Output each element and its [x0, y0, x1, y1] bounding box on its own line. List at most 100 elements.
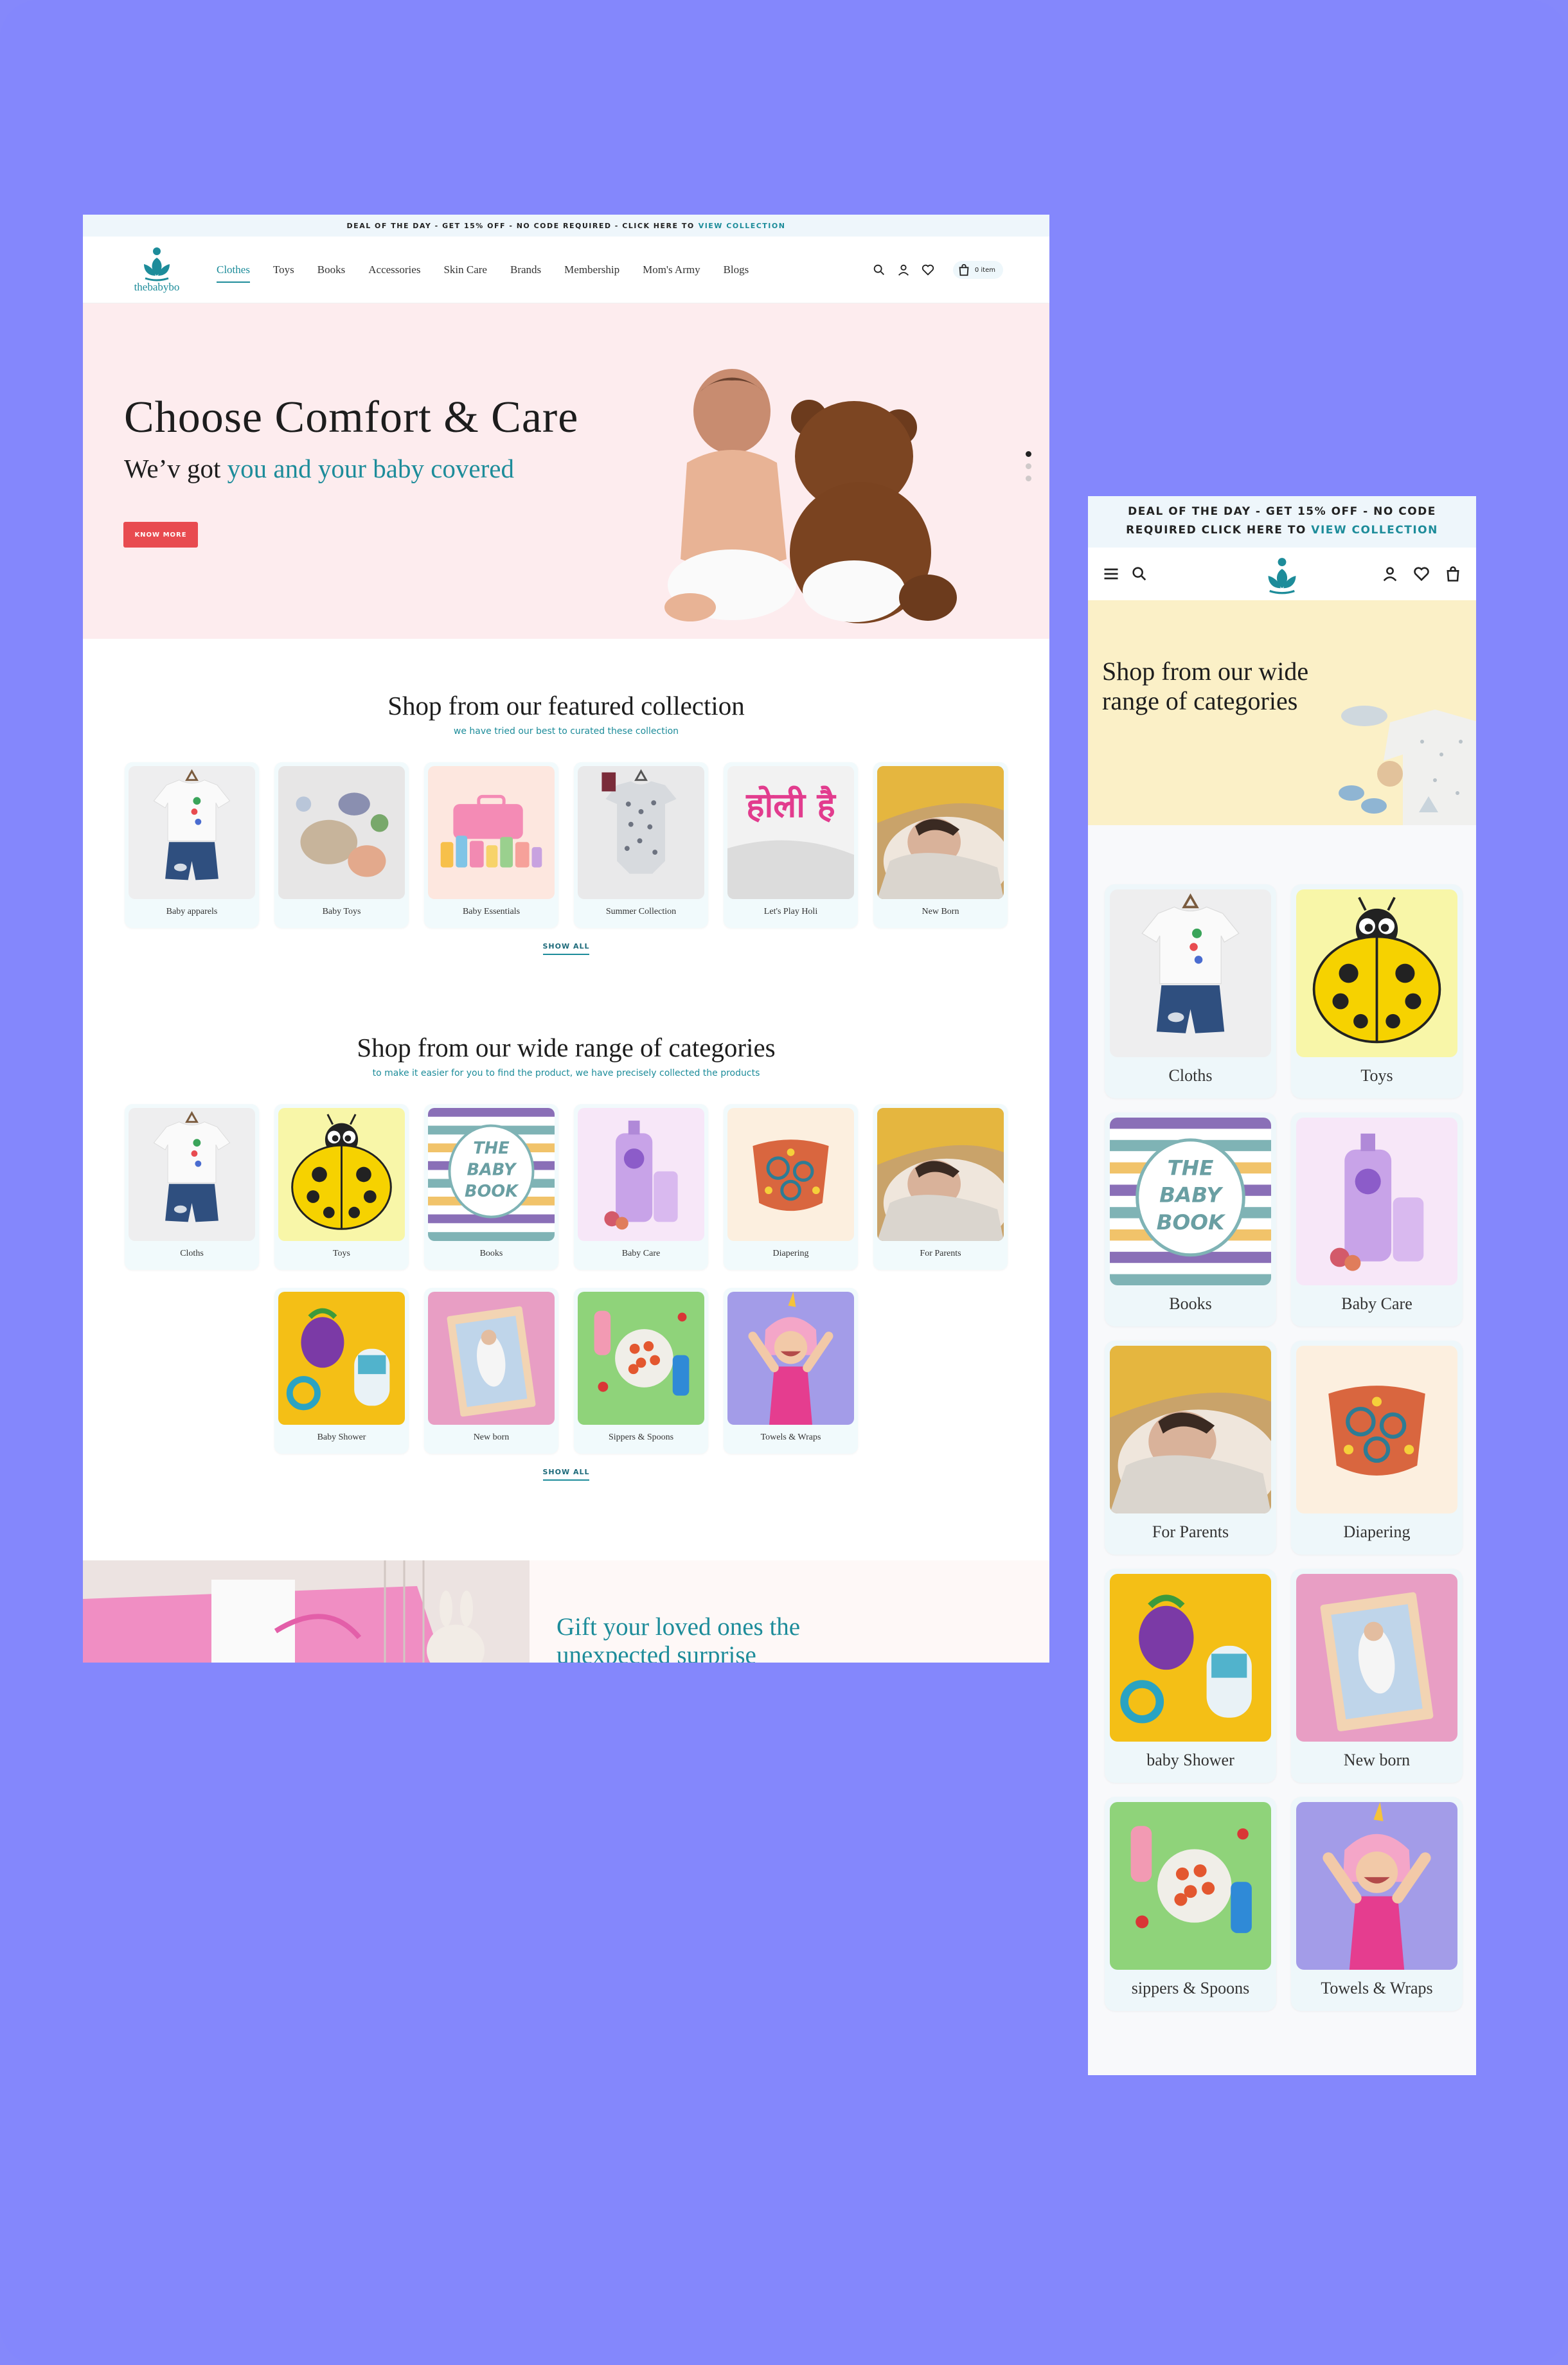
- featured-card-image: [578, 766, 704, 899]
- mobile-category-card-sippers-spoons[interactable]: sippers & Spoons: [1105, 1797, 1276, 2011]
- mobile-category-card-image: [1110, 889, 1271, 1057]
- featured-card-baby-essentials[interactable]: Baby Essentials: [424, 762, 558, 928]
- search-icon[interactable]: [1130, 565, 1148, 583]
- category-card-for-parents[interactable]: For Parents: [873, 1104, 1008, 1270]
- featured-card-baby-apparels[interactable]: Baby apparels: [125, 762, 259, 928]
- user-icon[interactable]: [896, 263, 911, 277]
- desktop-screenshot: DEAL OF THE DAY - GET 15% OFF - NO CODE …: [83, 215, 1049, 1663]
- mobile-category-card-for-parents[interactable]: For Parents: [1105, 1341, 1276, 1555]
- mobile-announcement-bar[interactable]: DEAL OF THE DAY - GET 15% OFF - NO CODE …: [1088, 496, 1476, 548]
- featured-card-label: New Born: [922, 907, 959, 916]
- slider-dot-3[interactable]: [1026, 476, 1031, 481]
- cart-button[interactable]: 0 item: [952, 261, 1003, 279]
- heart-icon[interactable]: [921, 263, 935, 277]
- category-card-baby-shower[interactable]: Baby Shower: [274, 1288, 409, 1454]
- gift-banner: Gift your loved ones the unexpected surp…: [83, 1560, 1049, 1663]
- gift-title-line-2: unexpected surprise: [557, 1641, 756, 1663]
- category-card-sippers-spoons[interactable]: Sippers & Spoons: [574, 1288, 708, 1454]
- announcement-bar[interactable]: DEAL OF THE DAY - GET 15% OFF - NO CODE …: [83, 215, 1049, 236]
- header-actions: 0 item: [872, 261, 1003, 279]
- mobile-category-card-diapering[interactable]: Diapering: [1291, 1341, 1463, 1555]
- categories-subtitle: to make it easier for you to find the pr…: [372, 1068, 760, 1078]
- categories-show-all[interactable]: SHOW ALL: [83, 1468, 1049, 1481]
- featured-show-all[interactable]: SHOW ALL: [83, 942, 1049, 955]
- featured-card-label: Baby Toys: [322, 907, 361, 916]
- mobile-category-card-image: [1110, 1802, 1271, 1970]
- slider-dot-1[interactable]: [1026, 451, 1031, 457]
- mobile-category-card-label: Baby Care: [1341, 1294, 1412, 1313]
- view-collection-link[interactable]: VIEW COLLECTION: [699, 222, 786, 230]
- nav-item-moms-army[interactable]: Mom's Army: [631, 263, 712, 276]
- nav-item-books[interactable]: Books: [306, 263, 357, 276]
- mobile-announcement-line-2: REQUIRED CLICK HERE TO: [1126, 524, 1306, 537]
- categories-show-all-link[interactable]: SHOW ALL: [542, 1468, 590, 1481]
- category-card-label: Toys: [332, 1249, 351, 1258]
- mobile-category-card-label: Towels & Wraps: [1321, 1979, 1433, 1997]
- search-icon[interactable]: [872, 263, 886, 277]
- featured-card-image: [428, 766, 555, 899]
- menu-icon[interactable]: [1102, 565, 1120, 583]
- category-card-label: Diapering: [772, 1249, 809, 1258]
- featured-card-image: होली है: [727, 766, 854, 899]
- featured-subtitle: we have tried our best to curated these …: [453, 726, 679, 736]
- nav-item-blogs[interactable]: Blogs: [712, 263, 761, 276]
- category-card-toys[interactable]: Toys: [274, 1104, 409, 1270]
- featured-card-baby-toys[interactable]: Baby Toys: [274, 762, 409, 928]
- category-cards-row-1: Cloths Toys THE BABY BOOK Books Baby Car…: [83, 1104, 1049, 1270]
- categories-title: Shop from our wide range of categories: [357, 1033, 776, 1062]
- category-card-image: [129, 1108, 255, 1241]
- mobile-category-card-new-born[interactable]: New born: [1291, 1569, 1463, 1783]
- category-card-image: [578, 1108, 704, 1241]
- mobile-category-card-label: Diapering: [1343, 1522, 1411, 1541]
- nav-item-accessories[interactable]: Accessories: [357, 263, 432, 276]
- featured-show-all-link[interactable]: SHOW ALL: [542, 942, 590, 955]
- mobile-category-card-baby-care[interactable]: Baby Care: [1291, 1112, 1463, 1326]
- category-card-new-born[interactable]: New born: [424, 1288, 558, 1454]
- book-cover-line-2: BABY: [467, 1160, 517, 1179]
- mobile-category-card-label: New born: [1343, 1751, 1411, 1769]
- lotus-logo-icon[interactable]: [1264, 557, 1300, 595]
- mobile-category-card-cloths[interactable]: Cloths: [1105, 884, 1276, 1098]
- mobile-category-card-towels-wraps[interactable]: Towels & Wraps: [1291, 1797, 1463, 2011]
- mobile-category-card-label: Books: [1169, 1294, 1212, 1313]
- mobile-view-collection-link[interactable]: VIEW COLLECTION: [1311, 524, 1438, 537]
- nav-item-toys[interactable]: Toys: [262, 263, 306, 276]
- user-icon[interactable]: [1381, 565, 1399, 583]
- mobile-category-card-books[interactable]: THE BABY BOOK Books: [1105, 1112, 1276, 1326]
- category-card-books[interactable]: THE BABY BOOK Books: [424, 1104, 558, 1270]
- category-card-towels-wraps[interactable]: Towels & Wraps: [724, 1288, 858, 1454]
- category-card-cloths[interactable]: Cloths: [125, 1104, 259, 1270]
- cart-count: 0 item: [974, 266, 995, 274]
- book-cover-line-1: THE: [1168, 1156, 1214, 1181]
- category-card-diapering[interactable]: Diapering: [724, 1104, 858, 1270]
- category-card-image: [578, 1292, 704, 1425]
- featured-card-summer-collection[interactable]: Summer Collection: [574, 762, 708, 928]
- nav-item-membership[interactable]: Membership: [553, 263, 631, 276]
- mobile-category-card-baby-shower[interactable]: baby Shower: [1105, 1569, 1276, 1783]
- category-card-image: [428, 1292, 555, 1425]
- brand-logo[interactable]: thebabybo: [121, 246, 192, 294]
- featured-card-lets-play-holi[interactable]: होली है Let's Play Holi: [724, 762, 858, 928]
- slider-dot-2[interactable]: [1026, 463, 1031, 469]
- gift-title: Gift your loved ones the unexpected surp…: [557, 1613, 800, 1663]
- category-card-baby-care[interactable]: Baby Care: [574, 1104, 708, 1270]
- mobile-category-card-image: [1296, 1802, 1457, 1970]
- nav-item-clothes[interactable]: Clothes: [205, 263, 262, 283]
- mobile-category-card-toys[interactable]: Toys: [1291, 884, 1463, 1098]
- featured-title: Shop from our featured collection: [388, 691, 745, 720]
- hero-subtitle-lead: We’v got: [124, 454, 221, 483]
- category-card-label: New born: [473, 1432, 510, 1442]
- mobile-category-grid: Cloths Toys THE BABY BOOK Books Baby Car…: [1105, 884, 1463, 2011]
- mobile-category-card-image: [1296, 1574, 1457, 1742]
- know-more-button[interactable]: KNOW MORE: [123, 522, 198, 548]
- lotus-logo-icon: [141, 246, 172, 282]
- nav-item-skin-care[interactable]: Skin Care: [432, 263, 499, 276]
- featured-card-label: Summer Collection: [605, 907, 677, 916]
- featured-card-new-born[interactable]: New Born: [873, 762, 1008, 928]
- mobile-hero-title-line-1: Shop from our wide: [1102, 657, 1309, 686]
- bag-icon[interactable]: [1444, 565, 1462, 583]
- gift-banner-image: [83, 1560, 530, 1663]
- heart-icon[interactable]: [1412, 565, 1430, 583]
- mobile-category-card-label: sippers & Spoons: [1131, 1979, 1250, 1997]
- nav-item-brands[interactable]: Brands: [499, 263, 553, 276]
